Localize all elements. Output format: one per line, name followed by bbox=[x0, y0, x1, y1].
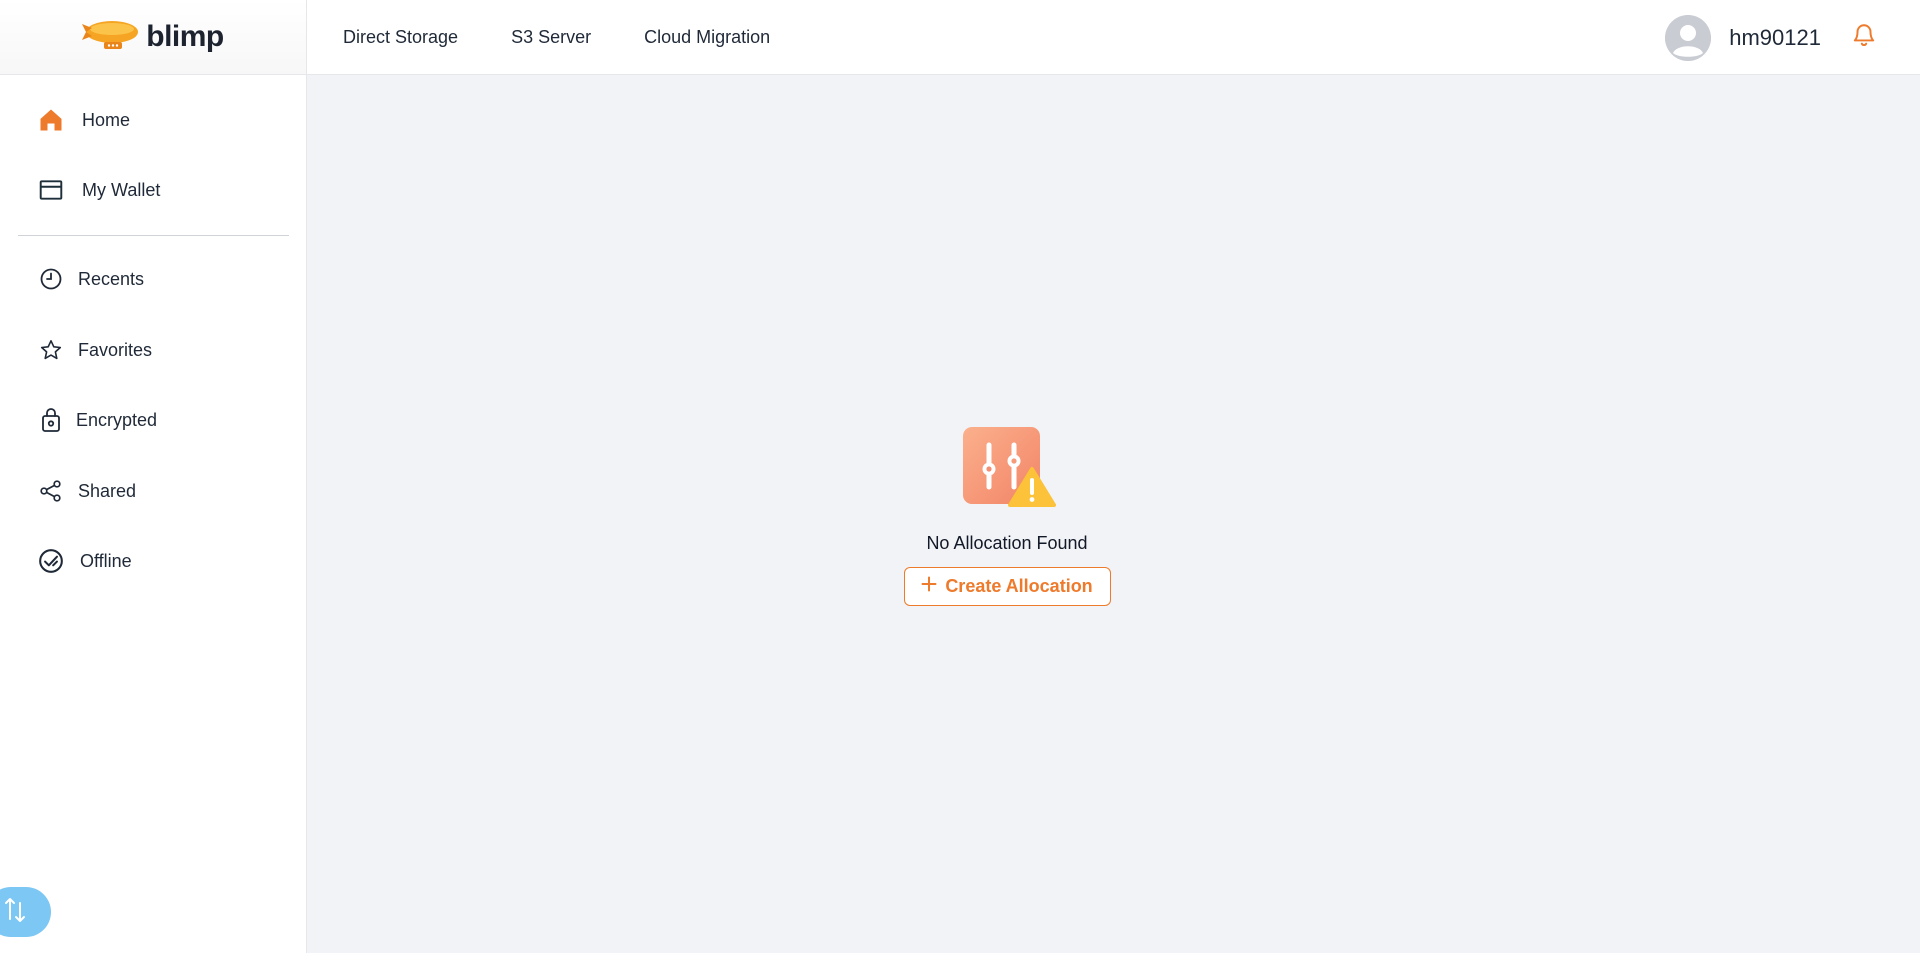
sidebar-item-favorites[interactable]: Favorites bbox=[37, 336, 152, 364]
share-icon bbox=[37, 477, 65, 505]
user-avatar-icon bbox=[1665, 14, 1712, 61]
brand-logo[interactable]: blimp bbox=[82, 18, 224, 57]
user-area: hm90121 bbox=[1665, 0, 1877, 75]
sidebar: Home My Wallet Recents Favorites Encrypt… bbox=[0, 75, 307, 953]
top-bar: Direct Storage S3 Server Cloud Migration… bbox=[307, 0, 1920, 75]
sidebar-item-label: My Wallet bbox=[82, 179, 161, 200]
main-content: No Allocation Found Create Allocation bbox=[307, 75, 1920, 953]
blimp-logo-icon bbox=[82, 18, 142, 57]
transfer-button[interactable] bbox=[0, 887, 51, 937]
top-nav-cloud-migration[interactable]: Cloud Migration bbox=[644, 27, 770, 48]
sidebar-item-recents[interactable]: Recents bbox=[37, 265, 144, 293]
bell-icon[interactable] bbox=[1851, 22, 1877, 53]
sidebar-item-label: Encrypted bbox=[76, 409, 158, 430]
empty-state: No Allocation Found Create Allocation bbox=[857, 427, 1157, 606]
lock-icon bbox=[37, 406, 65, 434]
brand-name: blimp bbox=[146, 20, 224, 53]
sidebar-item-label: Home bbox=[82, 109, 131, 130]
transfer-arrows-icon bbox=[4, 895, 28, 930]
sidebar-item-encrypted[interactable]: Encrypted bbox=[37, 406, 157, 434]
sidebar-item-shared[interactable]: Shared bbox=[37, 477, 136, 505]
sidebar-item-label: Recents bbox=[78, 268, 145, 289]
top-nav-direct-storage[interactable]: Direct Storage bbox=[343, 27, 458, 48]
top-nav: Direct Storage S3 Server Cloud Migration bbox=[343, 0, 770, 75]
app-root: blimp Direct Storage S3 Server Cloud Mig… bbox=[0, 0, 1920, 953]
clock-icon bbox=[37, 265, 65, 293]
sidebar-item-home[interactable]: Home bbox=[37, 106, 130, 134]
avatar[interactable] bbox=[1665, 14, 1712, 61]
sidebar-item-label: Favorites bbox=[78, 339, 153, 360]
plus-icon bbox=[921, 576, 937, 597]
star-icon bbox=[37, 336, 65, 364]
create-allocation-button[interactable]: Create Allocation bbox=[903, 567, 1111, 606]
wallet-icon bbox=[37, 176, 65, 204]
logo-area: blimp bbox=[0, 0, 307, 75]
create-allocation-label: Create Allocation bbox=[945, 576, 1093, 596]
sidebar-item-label: Shared bbox=[78, 480, 137, 501]
sidebar-item-label: Offline bbox=[80, 550, 132, 571]
top-nav-s3-server[interactable]: S3 Server bbox=[511, 27, 591, 48]
allocation-warning-icon bbox=[957, 427, 1057, 511]
sidebar-item-offline[interactable]: Offline bbox=[37, 547, 132, 575]
home-icon bbox=[37, 106, 65, 134]
username[interactable]: hm90121 bbox=[1729, 25, 1821, 51]
sidebar-divider bbox=[18, 235, 289, 236]
offline-check-icon bbox=[37, 547, 65, 575]
sidebar-item-my-wallet[interactable]: My Wallet bbox=[37, 176, 160, 204]
empty-state-title: No Allocation Found bbox=[926, 533, 1088, 553]
